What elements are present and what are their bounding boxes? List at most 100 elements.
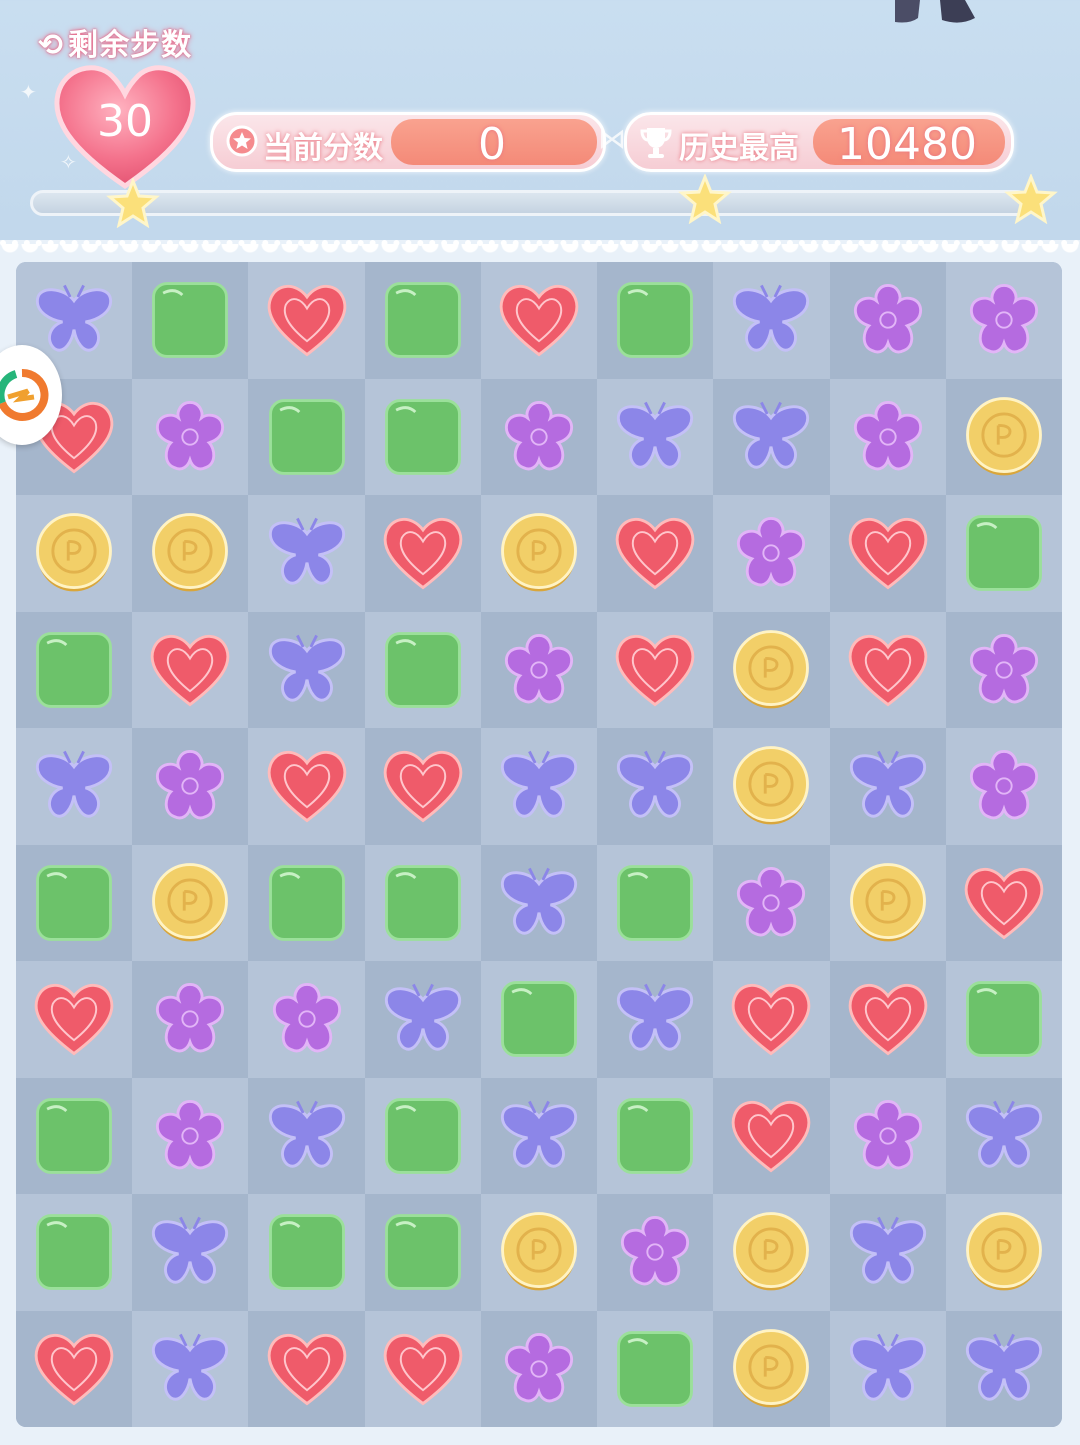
flower-candy-icon	[156, 400, 225, 471]
board-cell[interactable]	[713, 1310, 830, 1427]
board-cell[interactable]	[248, 1310, 365, 1427]
board-cell[interactable]	[132, 262, 249, 379]
board-cell[interactable]	[829, 1194, 946, 1311]
board-cell[interactable]	[248, 1194, 365, 1311]
board-cell[interactable]	[480, 378, 598, 495]
board-cell[interactable]	[829, 262, 946, 379]
board-cell[interactable]	[248, 262, 365, 379]
board-cell[interactable]	[364, 262, 481, 379]
board-cell[interactable]	[829, 728, 946, 845]
progress-star-3-icon	[1004, 174, 1058, 224]
board-cell[interactable]	[480, 262, 598, 379]
board-cell[interactable]	[713, 262, 830, 379]
board-cell[interactable]	[16, 1194, 133, 1311]
butterfly-candy-icon	[152, 1217, 229, 1284]
board-cell[interactable]	[480, 961, 598, 1078]
board-cell[interactable]	[364, 844, 481, 961]
board-cell[interactable]	[480, 1194, 598, 1311]
board-cell[interactable]	[597, 844, 714, 961]
board-cell[interactable]	[597, 611, 714, 728]
flower-candy-icon	[156, 1099, 225, 1170]
board-cell[interactable]	[132, 1310, 249, 1427]
board-cell[interactable]	[597, 1077, 714, 1194]
board-cell[interactable]	[945, 1077, 1062, 1194]
board-cell[interactable]	[945, 378, 1062, 495]
board-cell[interactable]	[597, 1194, 714, 1311]
board-cell[interactable]	[16, 961, 133, 1078]
board-cell[interactable]	[248, 495, 365, 612]
board-cell[interactable]	[132, 1194, 249, 1311]
board-cell[interactable]	[248, 1077, 365, 1194]
board-cell[interactable]	[248, 844, 365, 961]
board-cell[interactable]	[132, 378, 249, 495]
coin-candy-icon	[152, 513, 229, 592]
board-cell[interactable]	[364, 728, 481, 845]
board-cell[interactable]	[364, 1310, 481, 1427]
board-cell[interactable]	[597, 378, 714, 495]
board-cell[interactable]	[16, 1310, 133, 1427]
board-cell[interactable]	[132, 495, 249, 612]
board-cell[interactable]	[248, 728, 365, 845]
star-circle-icon	[226, 125, 258, 157]
board-cell[interactable]	[713, 611, 830, 728]
board-cell[interactable]	[829, 1077, 946, 1194]
board-cell[interactable]	[829, 844, 946, 961]
board-cell[interactable]	[829, 495, 946, 612]
board-cell[interactable]	[248, 378, 365, 495]
board-cell[interactable]	[713, 844, 830, 961]
board-cell[interactable]	[132, 1077, 249, 1194]
board-cell[interactable]	[132, 961, 249, 1078]
square-candy-icon	[617, 1097, 694, 1174]
butterfly-candy-icon	[617, 401, 694, 469]
board-cell[interactable]	[480, 728, 598, 845]
butterfly-candy-icon	[617, 984, 694, 1051]
board-cell[interactable]	[829, 378, 946, 495]
board-cell[interactable]	[713, 1077, 830, 1194]
board-cell[interactable]	[248, 611, 365, 728]
board-cell[interactable]	[364, 495, 481, 612]
board-cell[interactable]	[597, 495, 714, 612]
board-cell[interactable]	[713, 961, 830, 1078]
board-cell[interactable]	[945, 844, 1062, 961]
board-cell[interactable]	[480, 844, 598, 961]
board-cell[interactable]	[945, 728, 1062, 845]
board-cell[interactable]	[829, 961, 946, 1078]
board-cell[interactable]	[945, 611, 1062, 728]
board-cell[interactable]	[597, 961, 714, 1078]
flower-candy-icon	[737, 517, 806, 587]
board-cell[interactable]	[480, 611, 598, 728]
board-cell[interactable]	[945, 262, 1062, 379]
board-cell[interactable]	[597, 262, 714, 379]
board-cell[interactable]	[945, 1310, 1062, 1427]
board-cell[interactable]	[132, 728, 249, 845]
board-cell[interactable]	[480, 1310, 598, 1427]
board-cell[interactable]	[248, 961, 365, 1078]
board-cell[interactable]	[480, 495, 598, 612]
board-cell[interactable]	[364, 961, 481, 1078]
heart-candy-icon	[616, 634, 695, 707]
board-cell[interactable]	[597, 728, 714, 845]
board-cell[interactable]	[16, 728, 133, 845]
board-cell[interactable]	[829, 1310, 946, 1427]
board-cell[interactable]	[945, 961, 1062, 1078]
board-cell[interactable]	[597, 1310, 714, 1427]
board-cell[interactable]	[713, 378, 830, 495]
board-cell[interactable]	[713, 1194, 830, 1311]
board-cell[interactable]	[829, 611, 946, 728]
board-cell[interactable]	[713, 728, 830, 845]
board-cell[interactable]	[945, 1194, 1062, 1311]
board-cell[interactable]	[945, 495, 1062, 612]
board-cell[interactable]	[480, 1077, 598, 1194]
board-cell[interactable]	[16, 1077, 133, 1194]
board-cell[interactable]	[16, 495, 133, 612]
board-cell[interactable]	[16, 844, 133, 961]
board-cell[interactable]	[364, 378, 481, 495]
board-cell[interactable]	[713, 495, 830, 612]
board-cell[interactable]	[16, 611, 133, 728]
board-cell[interactable]	[132, 844, 249, 961]
heart-candy-icon	[964, 867, 1044, 940]
board-cell[interactable]	[364, 1077, 481, 1194]
board-cell[interactable]	[132, 611, 249, 728]
board-cell[interactable]	[364, 1194, 481, 1311]
board-cell[interactable]	[364, 611, 481, 728]
